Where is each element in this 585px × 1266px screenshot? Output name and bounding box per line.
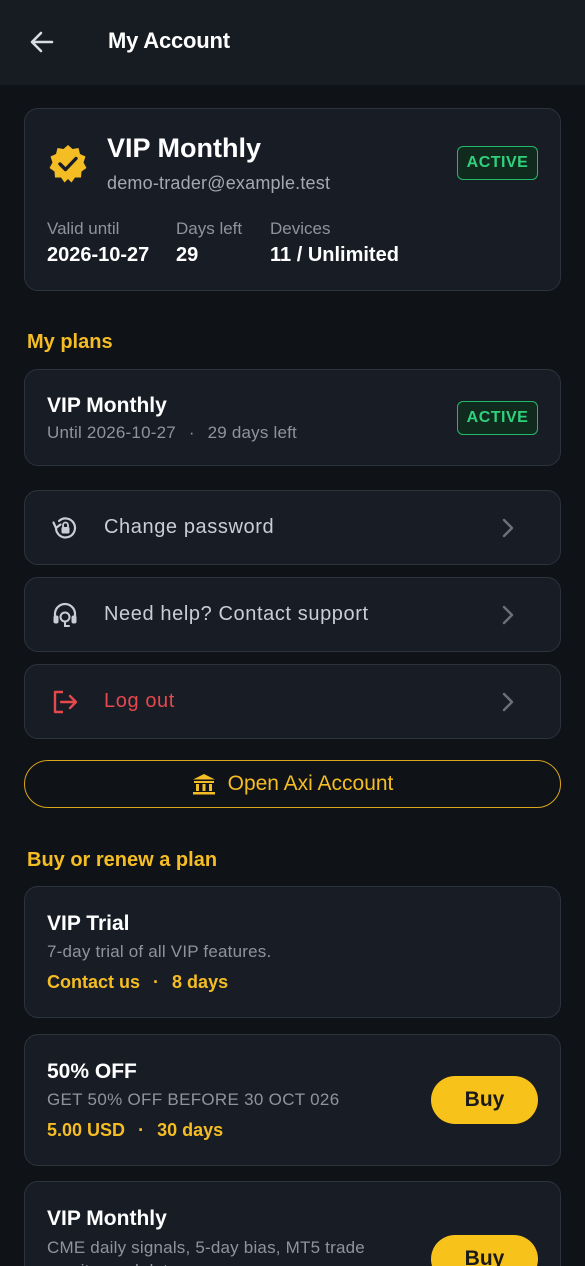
offer-description: GET 50% OFF BEFORE 30 OCT 026 (47, 1090, 340, 1109)
subscription-card: VIP Monthly demo-trader@example.test ACT… (24, 108, 561, 291)
menu-label: Log out (104, 690, 175, 712)
account-email: demo-trader@example.test (107, 173, 331, 193)
arrow-left-icon (30, 31, 54, 53)
offer-price: 5.00 USD (47, 1120, 126, 1140)
page-title: My Account (108, 28, 230, 53)
verified-badge-icon (49, 145, 87, 183)
logout-row[interactable]: Log out (24, 664, 561, 739)
plan-name: VIP Monthly (47, 394, 167, 417)
status-badge: ACTIVE (457, 146, 538, 180)
my-plans-heading: My plans (27, 331, 113, 353)
plan-days-left: 29 days left (207, 423, 297, 442)
menu-label: Need help? Contact support (104, 603, 369, 625)
buy-button[interactable]: Buy (431, 1235, 538, 1266)
plan-meta: Until 2026-10-27 · 29 days left (47, 423, 297, 443)
stat-value: 2026-10-27 (47, 244, 150, 266)
plan-offer-card[interactable]: VIP Trial 7-day trial of all VIP feature… (24, 886, 561, 1018)
chevron-right-icon (502, 692, 514, 712)
offer-duration: 30 days (157, 1120, 224, 1140)
stat-days-left: Days left 29 (176, 219, 242, 267)
subscription-plan-name: VIP Monthly (107, 133, 262, 163)
offer-name: VIP Trial (47, 912, 130, 935)
change-password-row[interactable]: Change password (24, 490, 561, 565)
bank-icon (192, 774, 215, 795)
contact-support-row[interactable]: Need help? Contact support (24, 577, 561, 652)
separator-dot: · (153, 972, 160, 992)
status-badge: ACTIVE (457, 401, 538, 435)
offer-name: 50% OFF (47, 1060, 137, 1083)
offer-duration: 8 days (172, 972, 229, 992)
stat-label: Valid until (47, 219, 120, 238)
offer-description: 7-day trial of all VIP features. (47, 942, 272, 961)
chevron-right-icon (502, 605, 514, 625)
separator-dot: · (138, 1120, 145, 1140)
offer-description: CME daily signals, 5-day bias, MT5 trade… (47, 1238, 365, 1266)
menu-label: Change password (104, 516, 275, 538)
offer-name: VIP Monthly (47, 1207, 167, 1230)
offer-price-line: Contact us · 8 days (47, 972, 228, 993)
buy-section-heading: Buy or renew a plan (27, 849, 218, 871)
offer-price: Contact us (47, 972, 141, 992)
stat-value: 11 / Unlimited (270, 244, 399, 266)
button-label: Open Axi Account (227, 772, 394, 795)
stat-label: Devices (270, 219, 331, 238)
stat-value: 29 (176, 244, 199, 266)
headset-icon (49, 599, 81, 631)
offer-price-line: 5.00 USD · 30 days (47, 1120, 223, 1141)
plan-until: Until 2026-10-27 (47, 423, 176, 442)
chevron-right-icon (502, 518, 514, 538)
stat-valid-until: Valid until 2026-10-27 (47, 219, 149, 267)
separator-dot: · (188, 423, 195, 442)
open-axi-account-button[interactable]: Open Axi Account (24, 760, 561, 808)
buy-button[interactable]: Buy (431, 1076, 538, 1124)
stat-devices: Devices 11 / Unlimited (270, 219, 399, 267)
lock-reset-icon (49, 512, 81, 544)
app-bar: My Account (0, 0, 585, 85)
logout-icon (49, 686, 81, 718)
stat-label: Days left (176, 219, 243, 238)
current-plan-card[interactable]: VIP Monthly Until 2026-10-27 · 29 days l… (24, 369, 561, 466)
plan-offer-card: VIP Monthly CME daily signals, 5-day bia… (24, 1181, 561, 1266)
back-button[interactable] (22, 24, 62, 60)
plan-offer-card: 50% OFF GET 50% OFF BEFORE 30 OCT 026 5.… (24, 1034, 561, 1166)
